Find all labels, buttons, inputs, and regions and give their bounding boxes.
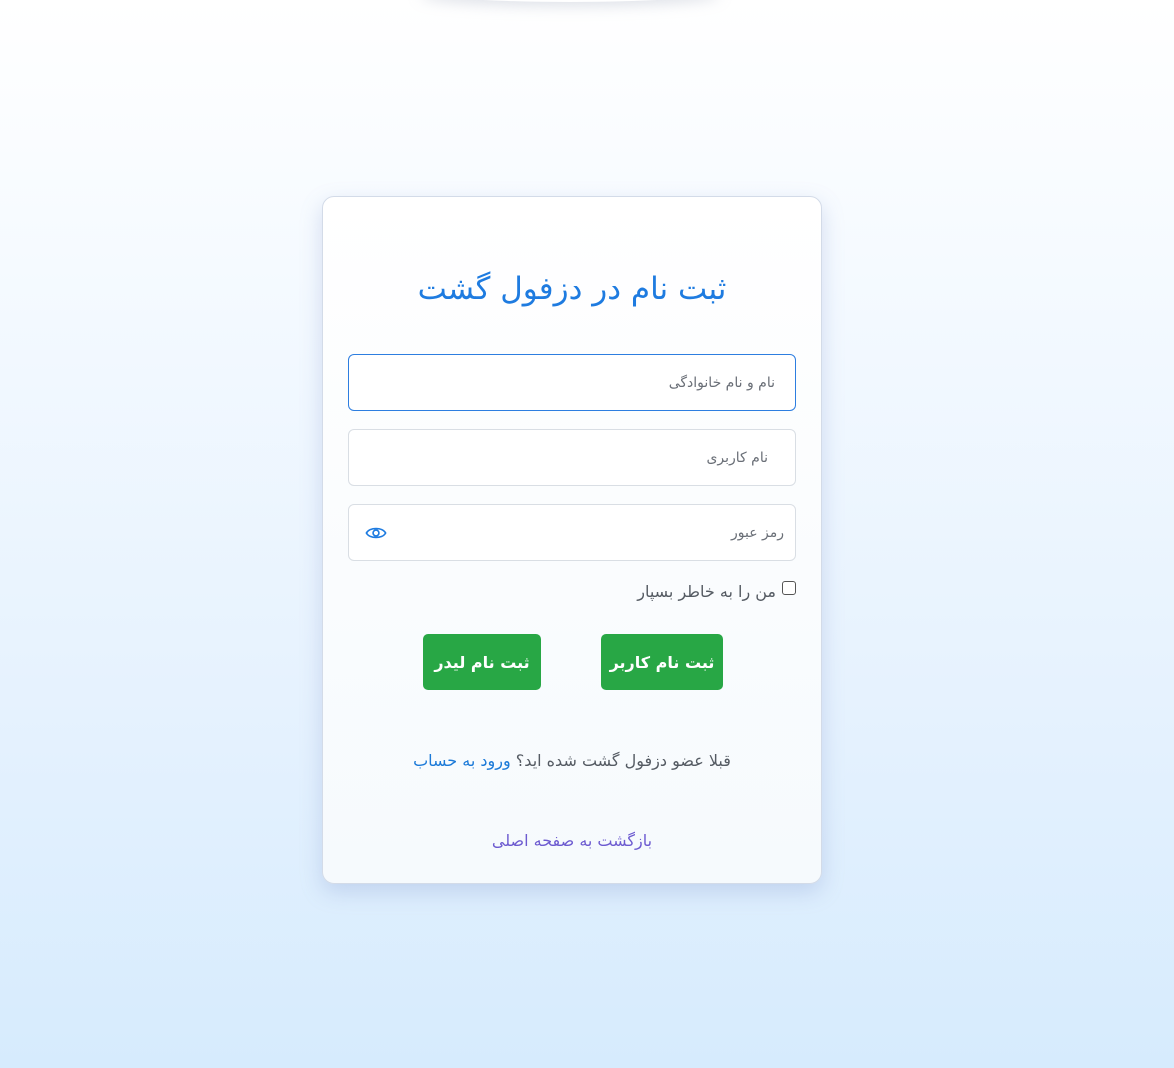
page-title: ثبت نام در دزفول گشت [417,271,727,307]
register-card: ثبت نام در دزفول گشت نام و نام خانوادگی … [322,196,822,884]
top-decorative-shadow [420,0,720,2]
fullname-field[interactable]: نام و نام خانوادگی [348,354,796,411]
register-leader-button[interactable]: ثبت نام لیدر [423,634,541,690]
remember-me[interactable]: من را به خاطر بسپار [637,581,796,601]
eye-icon[interactable] [365,524,387,542]
password-placeholder: رمز عبور [730,524,784,541]
back-home-link[interactable]: بازگشت به صفحه اصلی [323,831,821,850]
username-field[interactable]: نام کاربری [348,429,796,486]
login-link[interactable]: ورود به حساب [413,751,511,770]
already-member-text: قبلا عضو دزفول گشت شده اید؟ ورود به حساب [323,751,821,770]
register-user-button[interactable]: ثبت نام کاربر [601,634,723,690]
remember-label: من را به خاطر بسپار [637,581,776,601]
password-field[interactable]: رمز عبور [348,504,796,561]
username-placeholder: نام کاربری [706,449,768,466]
fullname-placeholder: نام و نام خانوادگی [668,374,775,391]
already-member-label: قبلا عضو دزفول گشت شده اید؟ [515,751,731,770]
remember-checkbox[interactable] [782,581,796,595]
